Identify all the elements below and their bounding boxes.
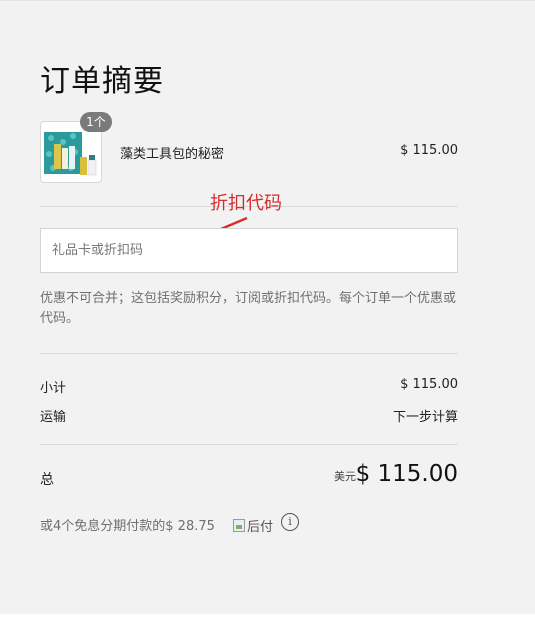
discount-policy-note: 优惠不可合并；这包括奖励积分，订阅或折扣代码。每个订单一个优惠或代码。 [40,291,457,326]
subtotal-label: 小计 [40,381,67,396]
total-amount: $ 115.00 [355,461,458,487]
total-currency: 美元 [334,470,356,483]
installment-text: 或4个免息分期付款的$ 28.75 [40,519,215,534]
quantity-badge: 1个 [80,112,112,132]
afterpay-alt-text: 后付 [247,520,274,535]
product-name: 藻类工具包的秘密 [120,147,225,162]
broken-image-icon [233,519,245,532]
shipping-value: 下一步计算 [392,410,458,425]
bottom-strip [0,614,535,620]
afterpay-logo[interactable]: 后付 [233,516,273,535]
top-border [0,0,535,1]
divider [40,444,458,445]
shipping-label: 运输 [40,410,67,425]
total-label: 总 [40,472,54,488]
info-icon[interactable]: i [281,513,299,531]
order-summary-title: 订单摘要 [40,64,164,99]
discount-code-input[interactable] [40,228,458,273]
product-price: $ 115.00 [400,143,458,158]
subtotal-value: $ 115.00 [400,377,458,392]
divider [40,353,458,354]
